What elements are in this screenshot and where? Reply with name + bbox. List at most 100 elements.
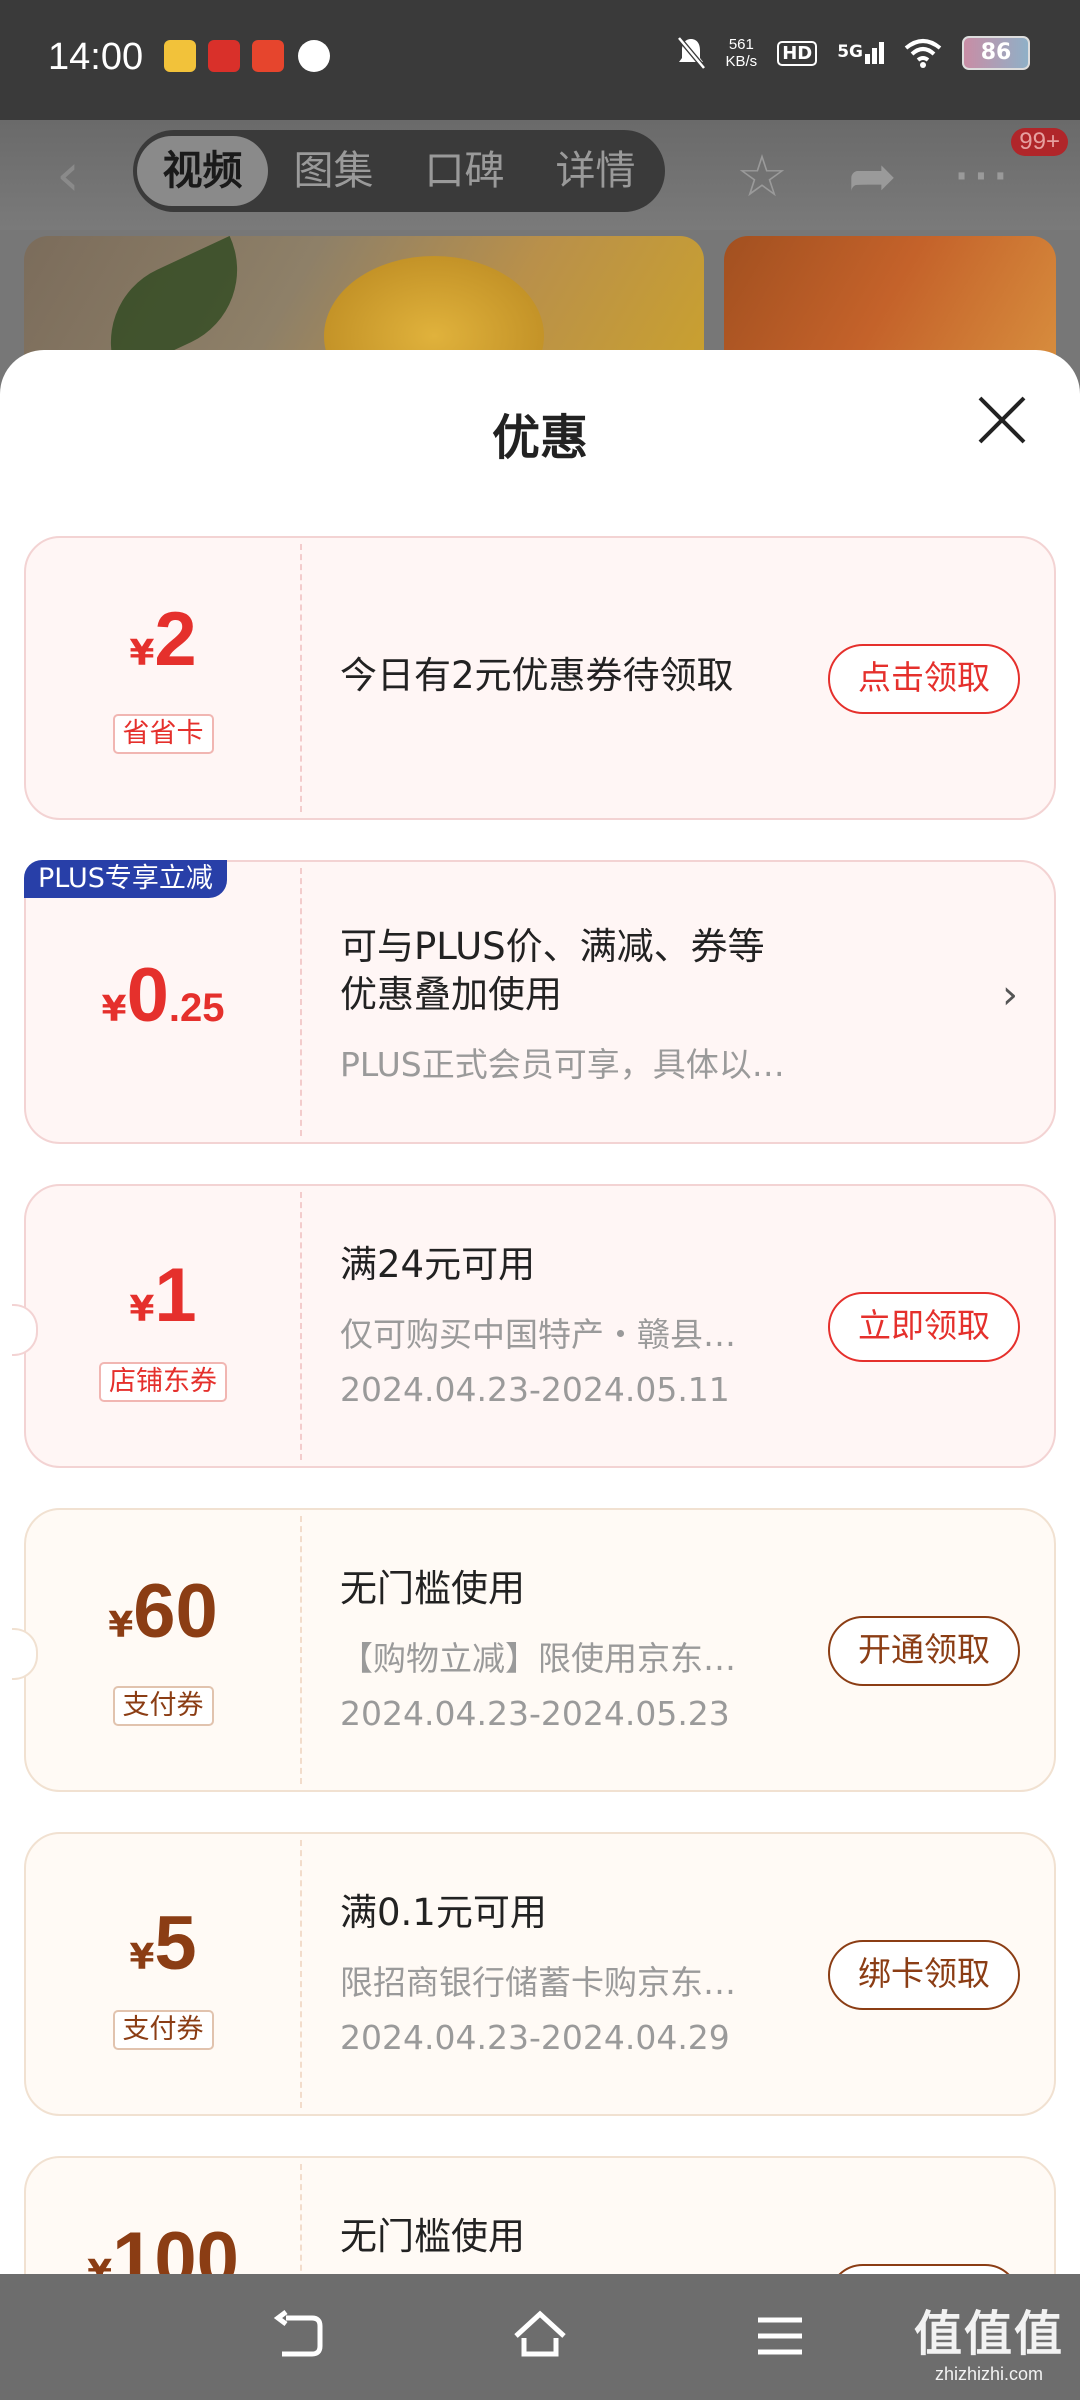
card-divider — [300, 544, 302, 812]
coupon-validity: 2024.04.23-2024.05.23 — [340, 1694, 730, 1733]
card-divider — [300, 1516, 302, 1784]
orange-decoration — [324, 256, 544, 356]
coupon-card-saver: ¥2 省省卡 今日有2元优惠券待领取 点击领取 — [24, 536, 1056, 820]
star-icon[interactable]: ☆ — [736, 142, 788, 210]
watermark-main: 值值值 — [913, 2306, 1064, 2362]
coupon-amount: ¥100 — [26, 2216, 300, 2274]
tab-video[interactable]: 视频 — [137, 136, 268, 206]
status-bar: 14:00 561 KB/s HD 5G 86 — [0, 0, 1080, 120]
coupon-amount: ¥2 — [26, 596, 300, 683]
jd-dog-app-icon — [164, 40, 196, 72]
tab-details[interactable]: 详情 — [530, 136, 661, 206]
coupon-desc-line2: 优惠叠加使用 — [340, 973, 562, 1016]
coupon-scope: 仅可购买中国特产・赣县… — [340, 1315, 736, 1354]
coupon-condition: 满24元可用 — [340, 1243, 536, 1286]
amount-value: 100 — [112, 2217, 239, 2274]
currency-symbol: ¥ — [129, 1289, 155, 1330]
coupon-amount: ¥1 — [26, 1252, 300, 1339]
watermark-domain: zhizhizhi.com — [934, 2364, 1044, 2384]
content-tabs: 视频 图集 口碑 详情 — [133, 130, 665, 212]
coupon-card-pay-60: ¥60 支付券 无门槛使用 【购物立减】限使用京东… 2024.04.23-20… — [12, 1508, 1056, 1792]
coupon-scope: 【购物立减】限使用京东… — [340, 1639, 736, 1678]
product-top-nav: ‹ 视频 图集 口碑 详情 ☆ ➦ ⋯ 99+ — [0, 120, 1080, 230]
activate-claim-button[interactable]: 开通领取 — [828, 1616, 1020, 1686]
wifi-icon — [904, 39, 942, 68]
coupon-tag: 店铺东券 — [99, 1362, 227, 1402]
coupon-scope: 限招商银行储蓄卡购京东… — [340, 1963, 736, 2002]
coupon-tag-wrap: 支付券 — [26, 2010, 300, 2050]
card-divider — [300, 1840, 302, 2108]
coupon-card-pay-100: ¥100 无门槛使用 — [24, 2156, 1056, 2274]
status-time: 14:00 — [48, 36, 144, 78]
currency-symbol: ¥ — [129, 1937, 155, 1978]
leaf-decoration — [84, 236, 264, 356]
coupon-tag: 支付券 — [112, 2010, 214, 2050]
net-speed: 561 KB/s — [726, 36, 758, 70]
currency-symbol: ¥ — [129, 633, 155, 674]
card-divider — [300, 1192, 302, 1460]
amount-decimal: .25 — [168, 986, 225, 1030]
coupon-condition: 无门槛使用 — [340, 1567, 525, 1610]
coupon-card-plus[interactable]: PLUS专享立减 ¥0.25 可与PLUS价、满减、券等 优惠叠加使用 PLUS… — [24, 860, 1056, 1144]
coupon-condition: 满0.1元可用 — [340, 1891, 547, 1934]
signal-label: 5G — [837, 42, 863, 62]
coupon-card-pay-5: ¥5 支付券 满0.1元可用 限招商银行储蓄卡购京东… 2024.04.23-2… — [24, 1832, 1056, 2116]
amount-value: 0 — [126, 953, 169, 1038]
coupon-tag-wrap: 省省卡 — [26, 714, 300, 754]
amount-value: 5 — [154, 1901, 197, 1986]
amount-value: 2 — [154, 597, 197, 682]
close-icon[interactable] — [972, 390, 1032, 450]
net-speed-value: 561 — [728, 36, 754, 53]
claim-now-button[interactable]: 立即领取 — [828, 1292, 1020, 1362]
back-icon[interactable] — [272, 2308, 328, 2364]
zhi-app-icon — [298, 40, 330, 72]
coupon-condition: 无门槛使用 — [340, 2215, 525, 2258]
jd-app-icon — [208, 40, 240, 72]
back-arrow-icon[interactable]: ‹ — [56, 140, 80, 210]
coupon-note: PLUS正式会员可享，具体以… — [340, 1045, 785, 1084]
coupon-amount: ¥5 — [26, 1900, 300, 1987]
more-icon[interactable]: ⋯ — [952, 140, 1010, 208]
product-image-next — [724, 236, 1056, 356]
card-divider — [300, 2164, 302, 2274]
home-icon[interactable] — [512, 2308, 568, 2364]
discount-sheet: 优惠 ¥2 省省卡 今日有2元优惠券待领取 点击领取 PLUS专享立减 ¥0.2… — [0, 350, 1080, 2274]
claim-button[interactable]: 点击领取 — [828, 644, 1020, 714]
system-nav-bar: 值值值 zhizhizhi.com — [0, 2274, 1080, 2400]
coupon-card-store: ¥1 店铺东券 满24元可用 仅可购买中国特产・赣县… 2024.04.23-2… — [12, 1184, 1056, 1468]
tab-gallery[interactable]: 图集 — [268, 136, 399, 206]
currency-symbol: ¥ — [108, 1605, 134, 1646]
message-badge: 99+ — [1011, 128, 1068, 156]
amount-value: 60 — [133, 1569, 218, 1654]
status-indicators: 561 KB/s HD 5G 86 — [676, 36, 1030, 70]
menu-icon[interactable] — [752, 2308, 808, 2364]
sheet-title: 优惠 — [491, 410, 588, 466]
signal-icon: 5G — [837, 42, 884, 64]
coupon-tag: 支付券 — [112, 1686, 214, 1726]
watermark: 值值值 zhizhizhi.com — [914, 2294, 1064, 2385]
red-app-icon — [252, 40, 284, 72]
share-icon[interactable]: ➦ — [848, 142, 897, 210]
coupon-desc: 今日有2元优惠券待领取 — [340, 654, 734, 697]
coupon-validity: 2024.04.23-2024.04.29 — [340, 2018, 730, 2057]
currency-symbol: ¥ — [87, 2253, 113, 2274]
currency-symbol: ¥ — [101, 989, 127, 1030]
coupon-tag-wrap: 店铺东券 — [26, 1362, 300, 1402]
battery-icon: 86 — [962, 36, 1030, 70]
plus-badge: PLUS专享立减 — [24, 860, 227, 898]
tab-reviews[interactable]: 口碑 — [399, 136, 530, 206]
bind-card-claim-button[interactable]: 绑卡领取 — [828, 1940, 1020, 2010]
coupon-desc-line1: 可与PLUS价、满减、券等 — [340, 925, 765, 968]
hd-icon: HD — [777, 40, 818, 66]
net-speed-unit: KB/s — [725, 53, 758, 70]
coupon-amount: ¥60 — [26, 1568, 300, 1655]
coupon-amount: ¥0.25 — [26, 952, 300, 1039]
chevron-right-icon[interactable]: › — [1002, 972, 1018, 1018]
card-divider — [300, 868, 302, 1136]
coupon-tag: 省省卡 — [112, 714, 214, 754]
claim-button-partial[interactable] — [828, 2264, 1020, 2274]
product-image — [24, 236, 704, 356]
mute-bell-icon — [676, 36, 706, 70]
coupon-tag-wrap: 支付券 — [26, 1686, 300, 1726]
amount-value: 1 — [154, 1253, 197, 1338]
